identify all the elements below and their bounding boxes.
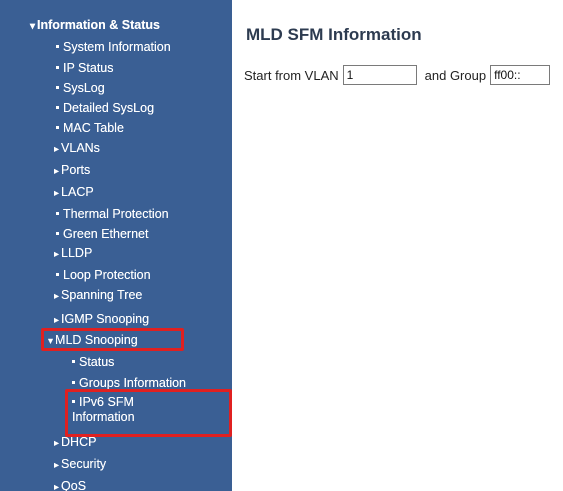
nav-label: IPv6 SFM Information <box>72 395 135 424</box>
nav-label: LLDP <box>61 246 93 260</box>
nav-lldp[interactable]: ▸ LLDP <box>54 244 92 262</box>
nav-label: IP Status <box>63 61 114 75</box>
group-input[interactable] <box>490 65 551 85</box>
caret-right-icon: ▸ <box>54 166 60 177</box>
nav-label: Security <box>61 457 107 471</box>
bullet-icon <box>56 66 59 70</box>
nav-label: DHCP <box>61 435 97 449</box>
nav-label: IGMP Snooping <box>61 312 150 326</box>
bullet-icon <box>72 381 75 385</box>
nav-label: Information & Status <box>37 18 160 32</box>
page-title: MLD SFM Information <box>246 25 422 44</box>
nav-spanning-tree[interactable]: ▸ Spanning Tree <box>54 286 142 304</box>
caret-down-icon: ▾ <box>30 21 36 32</box>
nav-ip-status[interactable]: IP Status <box>56 59 114 77</box>
bullet-icon <box>56 232 59 236</box>
nav-detailed-syslog[interactable]: Detailed SysLog <box>56 99 154 117</box>
caret-right-icon: ▸ <box>54 144 60 155</box>
caret-down-icon: ▾ <box>48 336 54 347</box>
bullet-icon <box>56 273 59 277</box>
nav-lacp[interactable]: ▸ LACP <box>54 183 94 201</box>
nav-mld-groups-information[interactable]: Groups Information <box>72 374 186 392</box>
caret-right-icon: ▸ <box>54 188 60 199</box>
nav-ports[interactable]: ▸ Ports <box>54 161 90 179</box>
bullet-icon <box>72 360 75 364</box>
start-vlan-label: Start from VLAN <box>244 67 339 83</box>
nav-label: SysLog <box>63 81 105 95</box>
filter-row: Start from VLAN and Group <box>244 64 551 86</box>
nav-label: VLANs <box>61 141 100 155</box>
bullet-icon <box>56 212 59 216</box>
nav-label: Spanning Tree <box>61 288 143 302</box>
nav-dhcp[interactable]: ▸ DHCP <box>54 433 96 451</box>
main-content: MLD SFM Information Start from VLAN and … <box>232 0 563 491</box>
bullet-icon <box>56 86 59 90</box>
nav-label: Detailed SysLog <box>63 101 155 115</box>
nav-label: Ports <box>61 163 91 177</box>
nav-label: Groups Information <box>79 376 186 390</box>
nav-label: LACP <box>61 185 94 199</box>
nav-vlans[interactable]: ▸ VLANs <box>54 139 100 157</box>
bullet-icon <box>56 106 59 110</box>
nav-label: Loop Protection <box>63 268 151 282</box>
caret-right-icon: ▸ <box>54 482 60 491</box>
nav-label: System Information <box>63 40 171 54</box>
nav-ipv6-sfm-information[interactable]: IPv6 SFM Information <box>72 395 162 427</box>
nav-label: MAC Table <box>63 121 124 135</box>
nav-security[interactable]: ▸ Security <box>54 455 106 473</box>
nav-mld-snooping[interactable]: ▾ MLD Snooping <box>48 331 138 349</box>
nav-label: Thermal Protection <box>63 207 169 221</box>
nav-green-ethernet[interactable]: Green Ethernet <box>56 225 148 243</box>
nav-label: Status <box>79 355 115 369</box>
bullet-icon <box>56 45 59 49</box>
nav-label: QoS <box>61 479 87 491</box>
group-label: and Group <box>424 67 487 83</box>
bullet-icon <box>72 400 75 404</box>
caret-right-icon: ▸ <box>54 291 60 302</box>
nav-qos[interactable]: ▸ QoS <box>54 477 86 491</box>
caret-right-icon: ▸ <box>54 438 60 449</box>
caret-right-icon: ▸ <box>54 460 60 471</box>
bullet-icon <box>56 126 59 130</box>
nav-label: Green Ethernet <box>63 227 149 241</box>
nav-loop-protection[interactable]: Loop Protection <box>56 266 151 284</box>
nav-mac-table[interactable]: MAC Table <box>56 119 124 137</box>
vlan-input[interactable] <box>342 65 417 85</box>
sidebar-nav: ▾ Information & Status System Information… <box>0 0 232 491</box>
caret-right-icon: ▸ <box>54 315 60 326</box>
nav-igmp-snooping[interactable]: ▸ IGMP Snooping <box>54 310 149 328</box>
caret-right-icon: ▸ <box>54 249 60 260</box>
nav-information-status[interactable]: ▾ Information & Status <box>30 16 160 34</box>
nav-syslog[interactable]: SysLog <box>56 79 105 97</box>
nav-system-information[interactable]: System Information <box>56 38 171 56</box>
nav-thermal-protection[interactable]: Thermal Protection <box>56 205 169 223</box>
nav-mld-status[interactable]: Status <box>72 353 114 371</box>
nav-label: MLD Snooping <box>55 333 138 347</box>
